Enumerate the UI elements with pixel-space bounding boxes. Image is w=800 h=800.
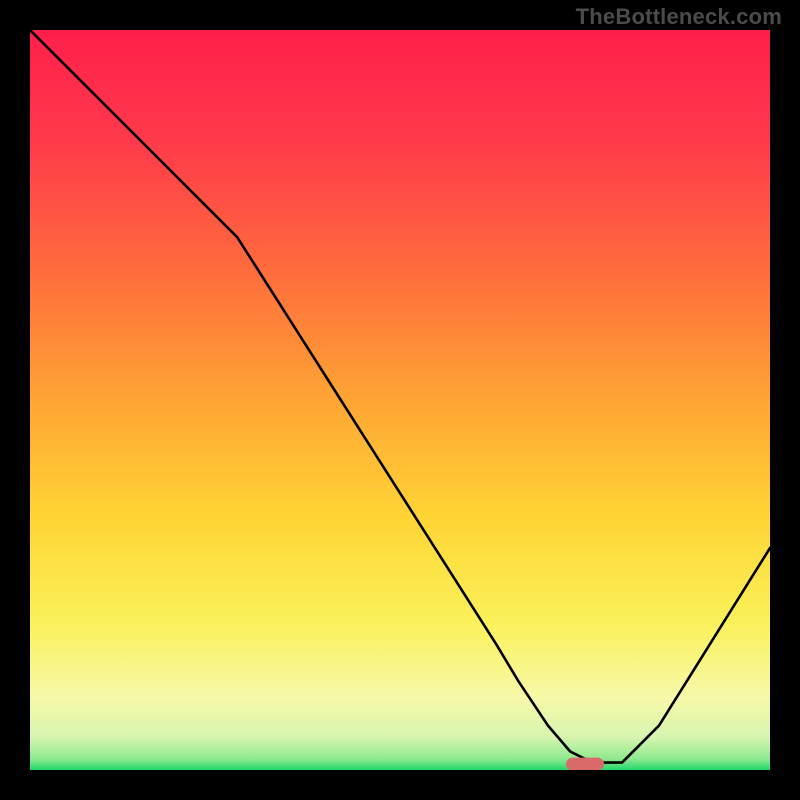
chart-svg — [30, 30, 770, 770]
watermark-text: TheBottleneck.com — [576, 4, 782, 30]
plot-area — [30, 30, 770, 770]
chart-container: TheBottleneck.com — [0, 0, 800, 800]
optimal-marker — [566, 758, 604, 770]
